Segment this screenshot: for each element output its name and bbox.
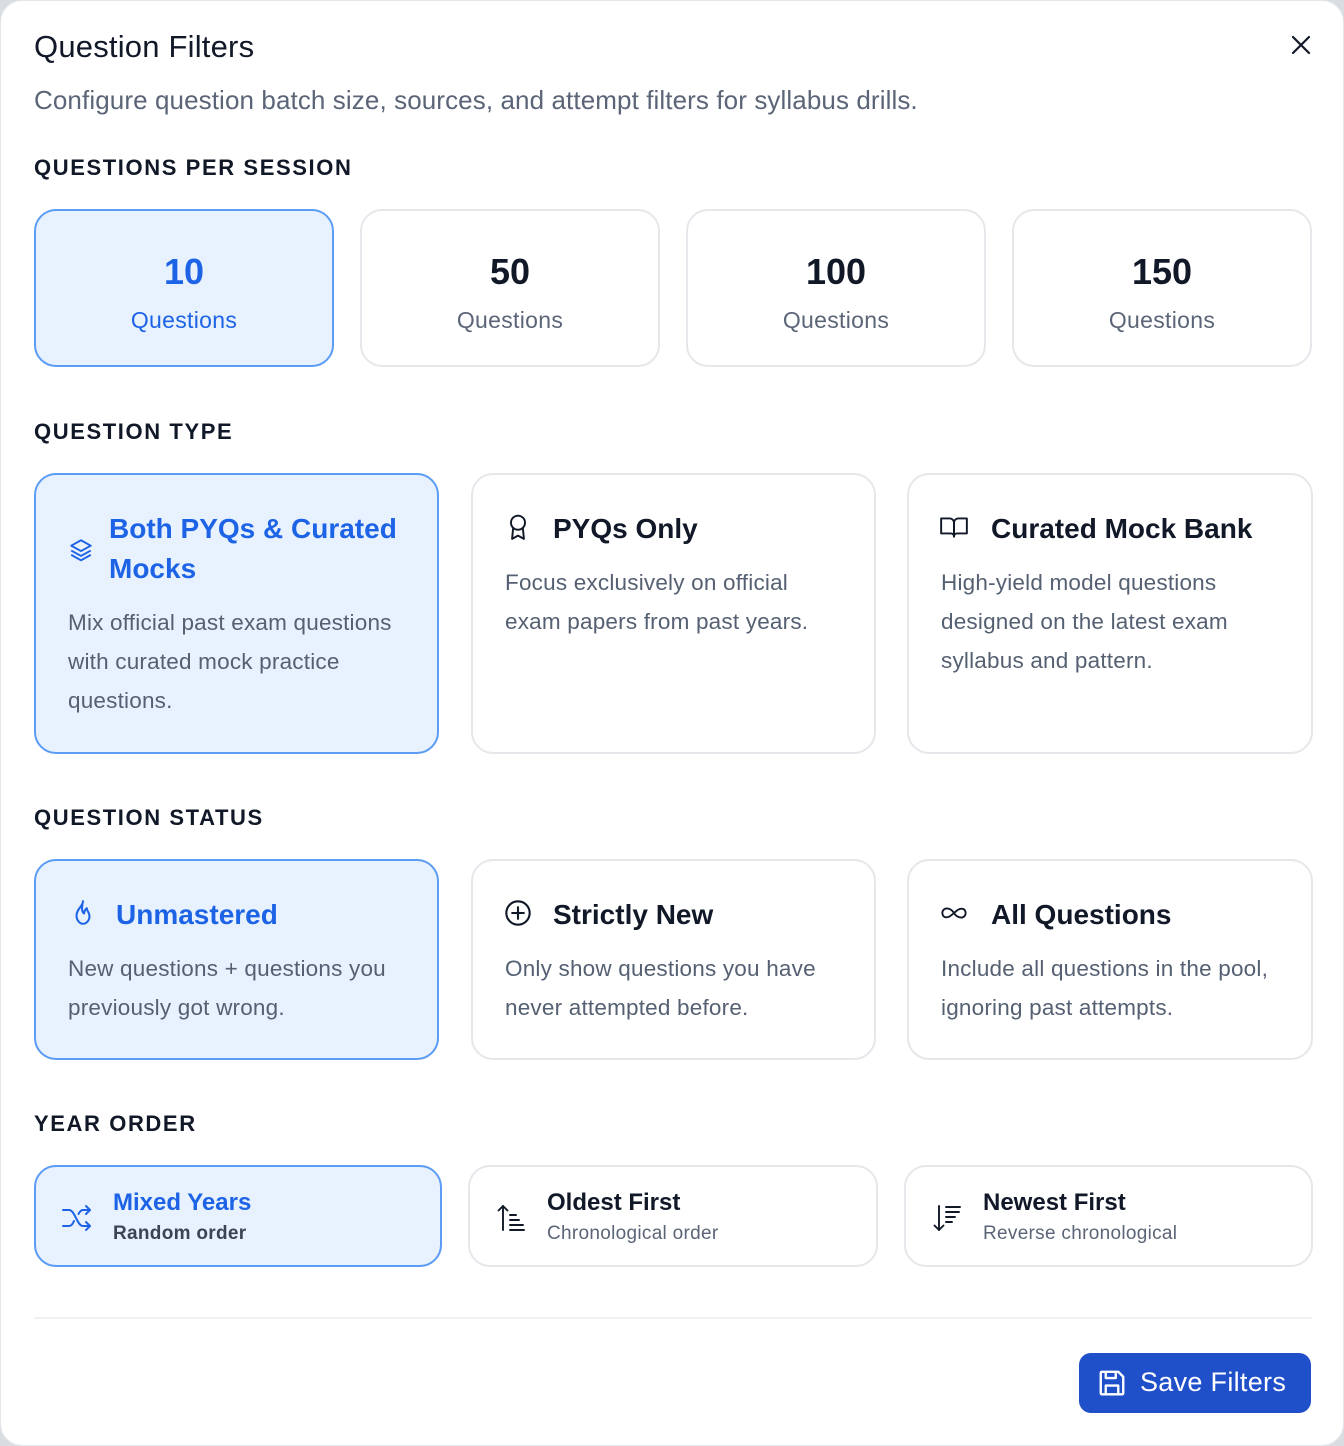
option-title: Unmastered [116,899,278,930]
section-heading-year-order: YEAR ORDER [34,1111,197,1136]
count-label: Questions [130,307,238,333]
sort-ascending-icon [494,1201,528,1235]
question-type-both[interactable]: Both PYQs & Curated Mocks Mix official p… [34,473,439,754]
option-subtitle: Reverse chronological [983,1223,1178,1244]
count-option-100[interactable]: 100 Questions [686,209,986,367]
option-title: All Questions [991,899,1172,930]
option-subtitle: Random order [113,1223,247,1244]
count-value: 150 [1131,251,1193,292]
save-icon [1097,1368,1127,1398]
count-value: 10 [163,251,205,292]
infinity-icon [939,898,969,928]
option-description: Focus exclusively on official exam paper… [505,570,809,634]
status-unmastered[interactable]: Unmastered New questions + questions you… [34,859,439,1060]
option-description: Mix official past exam questions with cu… [68,610,392,713]
option-title: Both PYQs & Curated Mocks [109,513,397,584]
count-value: 50 [489,251,531,292]
section-heading-questions-per-session: QUESTIONS PER SESSION [34,155,353,180]
option-description: High-yield model questions designed on t… [941,570,1228,673]
sort-descending-icon [930,1201,964,1235]
option-subtitle: Chronological order [547,1223,719,1244]
option-title: Newest First [983,1189,1126,1216]
count-option-150[interactable]: 150 Questions [1012,209,1312,367]
count-label: Questions [782,307,890,333]
option-description: Only show questions you have never attem… [505,956,816,1020]
close-icon [1289,33,1313,57]
year-order-mixed[interactable]: Mixed Years Random order [34,1165,442,1267]
option-description: New questions + questions you previously… [68,956,386,1020]
option-description: Include all questions in the pool, ignor… [941,956,1269,1020]
section-heading-question-type: QUESTION TYPE [34,419,234,444]
year-order-oldest-first[interactable]: Oldest First Chronological order [468,1165,878,1267]
footer-divider [34,1317,1312,1319]
year-order-newest-first[interactable]: Newest First Reverse chronological [904,1165,1313,1267]
layers-icon [66,535,96,565]
option-title: Mixed Years [113,1189,252,1216]
count-label: Questions [456,307,564,333]
question-type-curated-mock-bank[interactable]: Curated Mock Bank High-yield model quest… [907,473,1313,754]
option-title: Strictly New [553,899,714,930]
save-filters-label: Save Filters [1140,1367,1287,1397]
book-open-icon [939,512,969,542]
count-option-10[interactable]: 10 Questions [34,209,334,367]
option-title: Oldest First [547,1189,681,1216]
status-all-questions[interactable]: All Questions Include all questions in t… [907,859,1313,1060]
plus-circle-icon [503,898,533,928]
close-button[interactable] [1283,27,1319,63]
dialog-title: Question Filters [34,29,255,64]
award-icon [503,512,533,542]
dialog-subtitle: Configure question batch size, sources, … [34,85,918,115]
option-title: Curated Mock Bank [991,513,1253,544]
question-filters-dialog: Question Filters Configure question batc… [0,0,1344,1446]
count-value: 100 [805,251,867,292]
shuffle-icon [60,1201,94,1235]
status-strictly-new[interactable]: Strictly New Only show questions you hav… [471,859,876,1060]
option-title: PYQs Only [553,513,698,544]
flame-icon [68,898,98,928]
question-type-pyqs-only[interactable]: PYQs Only Focus exclusively on official … [471,473,876,754]
save-filters-button[interactable]: Save Filters [1079,1353,1311,1413]
section-heading-question-status: QUESTION STATUS [34,805,264,830]
count-option-50[interactable]: 50 Questions [360,209,660,367]
count-label: Questions [1108,307,1216,333]
